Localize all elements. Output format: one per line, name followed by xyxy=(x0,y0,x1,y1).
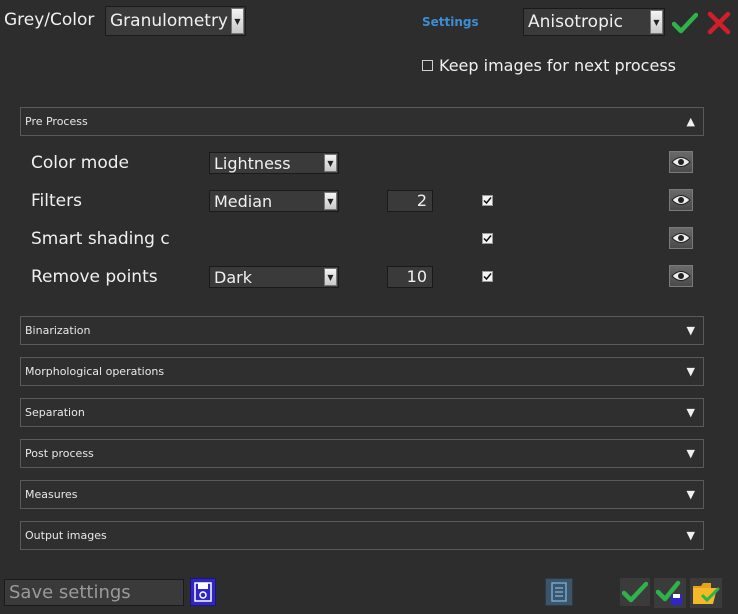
eye-icon xyxy=(671,271,691,281)
method-dropdown[interactable]: Granulometry ▼ xyxy=(105,6,246,36)
triangle-down-icon: ▼ xyxy=(686,529,695,542)
check-icon xyxy=(483,197,492,205)
section-pre-process[interactable]: Pre Process ▲ xyxy=(20,107,704,136)
section-binarization[interactable]: Binarization ▼ xyxy=(20,316,704,345)
filters-size-input[interactable]: 2 xyxy=(387,190,433,212)
eye-icon xyxy=(671,195,691,205)
remove-points-size-input[interactable]: 10 xyxy=(387,266,433,288)
chevron-down-icon: ▼ xyxy=(231,8,244,34)
section-title: Separation xyxy=(25,406,85,419)
check-icon xyxy=(672,12,698,34)
log-button[interactable] xyxy=(545,578,573,606)
save-settings-input[interactable]: Save settings xyxy=(4,579,184,606)
document-icon xyxy=(551,582,567,602)
apply-button[interactable] xyxy=(620,578,650,606)
close-icon xyxy=(707,11,731,35)
keep-images-checkbox[interactable] xyxy=(422,60,433,71)
preview-button-remove-points[interactable] xyxy=(669,265,693,287)
triangle-up-icon: ▲ xyxy=(686,115,695,128)
preview-button-smart-shading[interactable] xyxy=(669,227,693,249)
preview-button-filters[interactable] xyxy=(669,189,693,211)
triangle-down-icon: ▼ xyxy=(686,488,695,501)
section-title: Binarization xyxy=(25,324,91,337)
section-title: Post process xyxy=(25,447,94,460)
chevron-down-icon: ▼ xyxy=(650,10,663,34)
filters-dropdown[interactable]: Median ▼ xyxy=(209,190,339,212)
section-morphological-operations[interactable]: Morphological operations ▼ xyxy=(20,357,704,386)
filters-value: Median xyxy=(214,191,273,211)
remove-points-dropdown[interactable]: Dark ▼ xyxy=(209,266,339,288)
smart-shading-checkbox[interactable] xyxy=(482,233,493,244)
filters-label: Filters xyxy=(31,191,82,211)
section-output-images[interactable]: Output images ▼ xyxy=(20,521,704,550)
open-folder-button[interactable] xyxy=(690,578,722,608)
keep-images-label: Keep images for next process xyxy=(439,56,676,75)
apply-and-save-button[interactable] xyxy=(654,578,686,608)
reject-button[interactable] xyxy=(704,9,734,37)
grey-color-label: Grey/Color xyxy=(4,10,95,30)
section-post-process[interactable]: Post process ▼ xyxy=(20,439,704,468)
remove-points-checkbox[interactable] xyxy=(482,271,493,282)
filters-checkbox[interactable] xyxy=(482,195,493,206)
check-icon xyxy=(483,273,492,281)
color-mode-value: Lightness xyxy=(214,153,291,173)
remove-points-label: Remove points xyxy=(31,267,158,287)
triangle-down-icon: ▼ xyxy=(686,324,695,337)
settings-link[interactable]: Settings xyxy=(422,15,479,29)
chevron-down-icon: ▼ xyxy=(324,192,337,210)
folder-check-icon xyxy=(693,583,720,604)
section-separation[interactable]: Separation ▼ xyxy=(20,398,704,427)
section-measures[interactable]: Measures ▼ xyxy=(20,480,704,509)
eye-icon xyxy=(671,157,691,167)
check-save-icon xyxy=(656,580,682,605)
section-title: Pre Process xyxy=(25,115,88,128)
preset-value: Anisotropic xyxy=(528,12,623,32)
triangle-down-icon: ▼ xyxy=(686,406,695,419)
section-title: Morphological operations xyxy=(25,365,165,378)
check-icon xyxy=(622,581,648,603)
triangle-down-icon: ▼ xyxy=(686,447,695,460)
keep-images-option[interactable]: Keep images for next process xyxy=(422,56,676,75)
method-value: Granulometry xyxy=(110,11,228,31)
save-button[interactable] xyxy=(190,578,216,606)
smart-shading-label: Smart shading c xyxy=(31,229,170,249)
remove-points-value: Dark xyxy=(214,267,252,287)
check-icon xyxy=(483,235,492,243)
chevron-down-icon: ▼ xyxy=(324,154,337,172)
section-title: Output images xyxy=(25,529,107,542)
color-mode-dropdown[interactable]: Lightness ▼ xyxy=(209,152,339,174)
color-mode-label: Color mode xyxy=(31,153,129,173)
preview-button-color-mode[interactable] xyxy=(669,151,693,173)
chevron-down-icon: ▼ xyxy=(324,268,337,286)
triangle-down-icon: ▼ xyxy=(686,365,695,378)
eye-icon xyxy=(671,233,691,243)
preset-dropdown[interactable]: Anisotropic ▼ xyxy=(523,8,665,36)
floppy-disk-icon xyxy=(194,582,212,602)
accept-button[interactable] xyxy=(670,9,700,37)
section-title: Measures xyxy=(25,488,78,501)
